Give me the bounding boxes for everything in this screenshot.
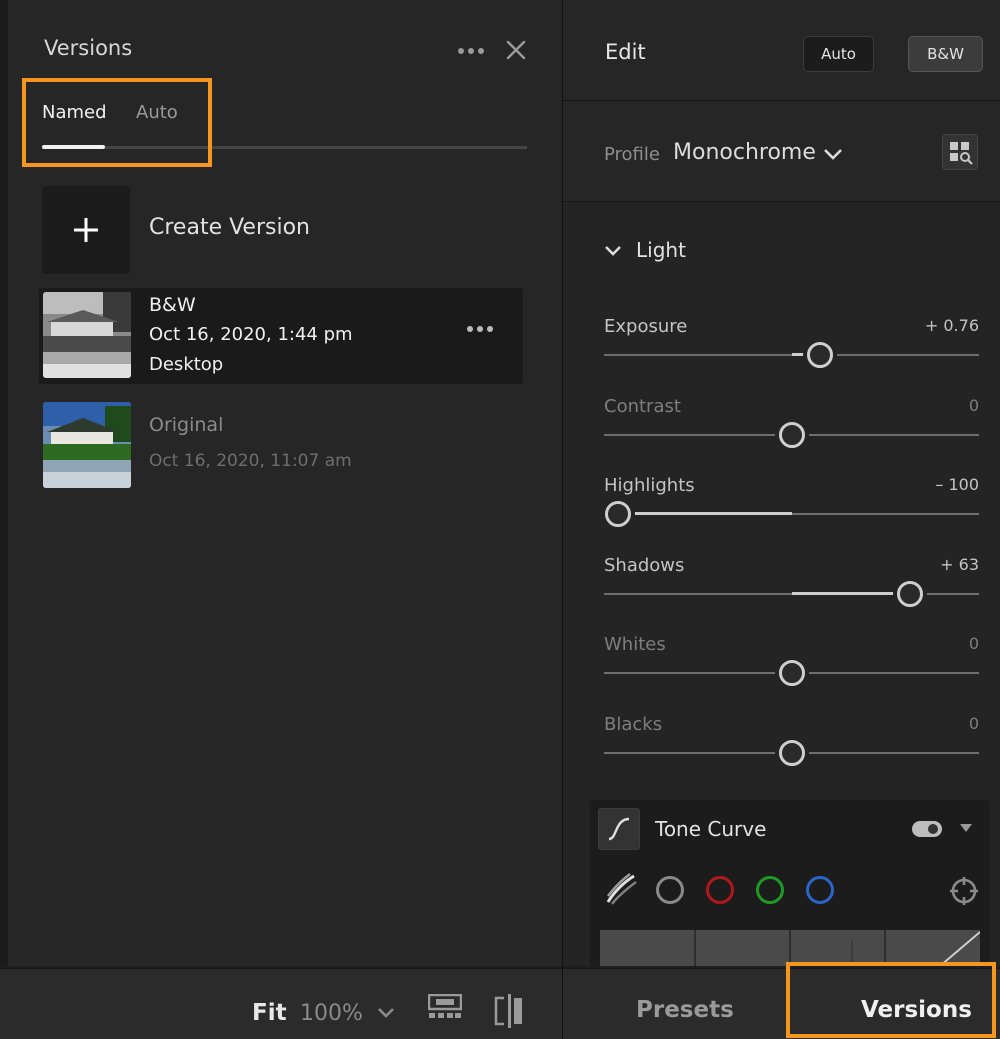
compare-icon[interactable] (492, 994, 526, 1028)
versions-tab[interactable]: Versions (861, 997, 972, 1023)
rgb-channel-icon[interactable] (656, 876, 684, 904)
fit-button[interactable]: Fit (252, 1000, 287, 1026)
curve-graph[interactable] (600, 930, 981, 967)
slider-contrast[interactable]: Contrast 0 (604, 396, 979, 468)
more-options-icon[interactable] (458, 40, 490, 62)
bw-button[interactable]: B&W (908, 36, 983, 72)
slider-label: Whites (604, 634, 666, 655)
panel-title: Versions (44, 36, 133, 60)
panel-switcher: Presets Versions (563, 968, 1000, 1039)
green-channel-icon[interactable] (756, 876, 784, 904)
slider-fill (604, 512, 792, 515)
edit-header: Edit Auto B&W (563, 0, 1000, 101)
curve-icon (598, 808, 640, 850)
tone-curve-title: Tone Curve (655, 817, 767, 841)
slider-label: Blacks (604, 714, 663, 735)
blue-channel-icon[interactable] (806, 876, 834, 904)
version-source: Desktop (149, 354, 224, 375)
slider-value[interactable]: 0 (969, 396, 979, 415)
slider-shadows[interactable]: Shadows + 63 (604, 555, 979, 627)
version-date: Oct 16, 2020, 1:44 pm (149, 324, 353, 345)
slider-thumb[interactable] (779, 740, 805, 766)
profile-dropdown[interactable]: Monochrome (673, 140, 816, 165)
chevron-down-icon[interactable] (822, 146, 844, 162)
slider-thumb[interactable] (779, 660, 805, 686)
tab-named[interactable]: Named (42, 102, 107, 123)
slider-thumb[interactable] (807, 342, 833, 368)
slider-value[interactable]: – 100 (935, 475, 979, 494)
version-item[interactable]: B&W Oct 16, 2020, 1:44 pm Desktop (39, 288, 523, 384)
tab-auto[interactable]: Auto (136, 102, 178, 123)
slider-fill (792, 592, 910, 595)
edit-title: Edit (605, 40, 646, 64)
slider-value[interactable]: 0 (969, 634, 979, 653)
filmstrip-icon[interactable] (428, 994, 462, 1024)
slider-label: Shadows (604, 555, 685, 576)
zoom-level[interactable]: 100% (300, 1001, 363, 1026)
slider-value[interactable]: + 63 (940, 555, 979, 574)
profile-row: Profile Monochrome (563, 102, 1000, 202)
slider-label: Exposure (604, 316, 688, 337)
slider-label: Highlights (604, 475, 695, 496)
tone-curve-panel: Tone Curve (590, 800, 990, 967)
slider-thumb[interactable] (779, 422, 805, 448)
slider-value[interactable]: + 0.76 (925, 316, 979, 335)
view-toolbar: Fit 100% (0, 968, 562, 1039)
slider-blacks[interactable]: Blacks 0 (604, 714, 979, 786)
tab-indicator (42, 145, 105, 149)
presets-tab[interactable]: Presets (636, 997, 734, 1023)
version-item[interactable]: Original Oct 16, 2020, 11:07 am (39, 400, 523, 490)
profile-label: Profile (604, 144, 660, 165)
slider-value[interactable]: 0 (969, 714, 979, 733)
auto-button[interactable]: Auto (803, 36, 874, 72)
version-more-icon[interactable] (467, 326, 501, 336)
light-section-header[interactable]: Light (636, 238, 686, 262)
create-version-label: Create Version (149, 215, 310, 240)
version-name: B&W (149, 294, 196, 316)
tone-curve-toggle[interactable] (912, 821, 942, 837)
slider-thumb[interactable] (605, 501, 631, 527)
version-tabs: Named Auto (42, 100, 527, 152)
versions-panel: Versions Named Auto Create Version B&W O… (0, 0, 562, 966)
slider-exposure[interactable]: Exposure + 0.76 (604, 316, 979, 388)
profile-browser-icon[interactable] (942, 134, 978, 170)
close-icon[interactable] (504, 38, 528, 62)
slider-thumb[interactable] (897, 581, 923, 607)
parametric-curve-icon[interactable] (604, 872, 638, 906)
chevron-down-icon[interactable] (376, 1005, 396, 1021)
version-date: Oct 16, 2020, 11:07 am (149, 451, 352, 471)
version-name: Original (149, 414, 224, 436)
target-adjust-icon[interactable] (948, 875, 980, 907)
create-version-button[interactable]: Create Version (42, 186, 522, 274)
version-thumbnail (43, 292, 131, 378)
slider-whites[interactable]: Whites 0 (604, 634, 979, 706)
slider-label: Contrast (604, 396, 681, 417)
tab-track (42, 146, 527, 149)
version-thumbnail (43, 402, 131, 488)
chevron-down-icon[interactable] (603, 244, 623, 258)
red-channel-icon[interactable] (706, 876, 734, 904)
slider-highlights[interactable]: Highlights – 100 (604, 475, 979, 547)
tone-curve-dropdown-icon[interactable] (960, 824, 972, 832)
plus-icon (42, 186, 130, 274)
